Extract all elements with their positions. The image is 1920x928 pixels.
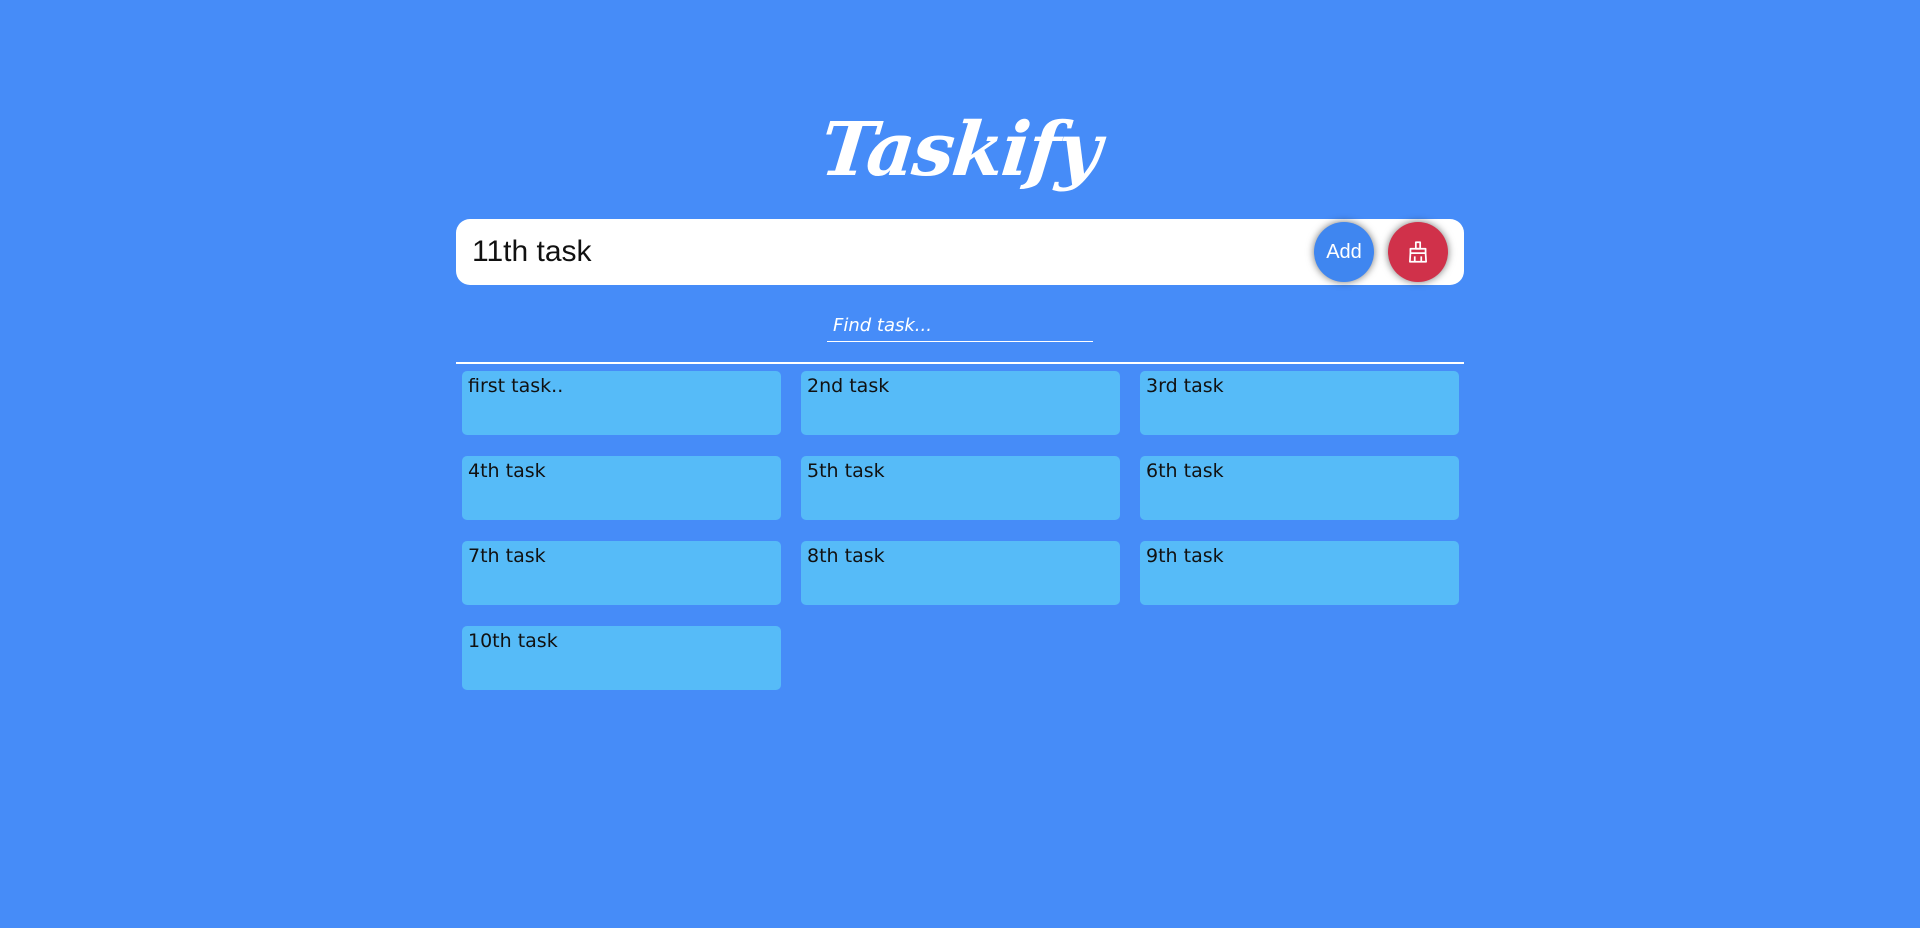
task-text: 5th task bbox=[807, 460, 885, 482]
search-field bbox=[827, 309, 1093, 342]
task-card[interactable]: first task.. bbox=[462, 371, 781, 435]
task-card[interactable]: 8th task bbox=[801, 541, 1120, 605]
broom-icon bbox=[1409, 241, 1427, 263]
task-input-bar: Add bbox=[456, 219, 1464, 285]
task-card[interactable]: 10th task bbox=[462, 626, 781, 690]
add-button[interactable]: Add bbox=[1314, 222, 1374, 282]
task-card[interactable]: 2nd task bbox=[801, 371, 1120, 435]
task-card[interactable]: 9th task bbox=[1140, 541, 1459, 605]
task-input[interactable] bbox=[472, 227, 1302, 277]
search-input[interactable] bbox=[827, 309, 1093, 341]
task-text: 2nd task bbox=[807, 375, 890, 397]
task-text: 9th task bbox=[1146, 545, 1224, 567]
task-card[interactable]: 4th task bbox=[462, 456, 781, 520]
task-text: 6th task bbox=[1146, 460, 1224, 482]
task-text: 8th task bbox=[807, 545, 885, 567]
task-text: 10th task bbox=[468, 630, 558, 652]
app-title: Taskify bbox=[816, 107, 1104, 193]
task-text: 4th task bbox=[468, 460, 546, 482]
divider bbox=[456, 362, 1464, 364]
app-root: Taskify Add first task.. 2nd task 3rd ta… bbox=[0, 0, 1920, 928]
task-text: 7th task bbox=[468, 545, 546, 567]
clear-button[interactable] bbox=[1388, 222, 1448, 282]
task-card[interactable]: 5th task bbox=[801, 456, 1120, 520]
task-card[interactable]: 7th task bbox=[462, 541, 781, 605]
task-grid: first task.. 2nd task 3rd task 4th task … bbox=[462, 371, 1459, 690]
task-text: 3rd task bbox=[1146, 375, 1224, 397]
task-card[interactable]: 6th task bbox=[1140, 456, 1459, 520]
task-card[interactable]: 3rd task bbox=[1140, 371, 1459, 435]
task-text: first task.. bbox=[468, 375, 564, 397]
